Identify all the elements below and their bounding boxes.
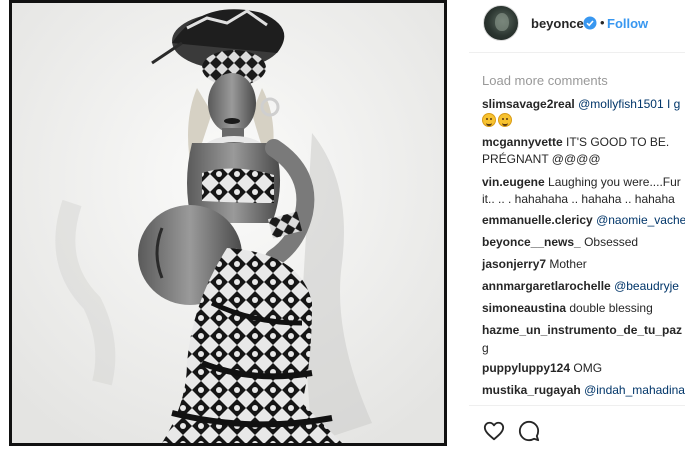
comment-text: g <box>482 341 489 355</box>
post-image-illustration <box>12 3 444 443</box>
grinning-face-icon <box>482 113 496 127</box>
comment-username[interactable]: hazme_un_instrumento_de_tu_paz <box>482 323 682 337</box>
comment-username[interactable]: puppyluppy124 <box>482 361 570 375</box>
post-header: beyonce • Follow <box>469 0 685 53</box>
comment-text-continuation: g <box>482 340 489 357</box>
comment-item: annmargaretlarochelle @beaudryje <box>482 278 679 295</box>
verified-badge-icon <box>583 16 597 30</box>
comment-username[interactable]: mustika_rugayah <box>482 383 581 397</box>
comment-item: vin.eugene Laughing you were....Fur it..… <box>482 174 685 208</box>
separator-dot: • <box>600 15 605 30</box>
comment-username[interactable]: slimsavage2real <box>482 97 575 111</box>
comment-text: double blessing <box>569 301 653 315</box>
comment-username[interactable]: vin.eugene <box>482 175 545 189</box>
comment-username[interactable]: beyonce__news_ <box>482 235 581 249</box>
avatar[interactable] <box>483 5 519 41</box>
emoji-row <box>482 113 512 127</box>
comment-text[interactable]: @beaudryje <box>614 279 679 293</box>
comment-text[interactable]: @mollyfish1501 I g <box>578 97 680 111</box>
comment-username[interactable]: simoneaustina <box>482 301 566 315</box>
comment-item: hazme_un_instrumento_de_tu_paz <box>482 322 682 339</box>
username-link[interactable]: beyonce <box>531 16 584 31</box>
comment-text[interactable]: @indah_mahadina <box>584 383 685 397</box>
comment-username[interactable]: emmanuelle.clericy <box>482 213 593 227</box>
comment-item: jasonjerry7 Mother <box>482 256 587 273</box>
post-sidebar: beyonce • Follow Load more comments slim… <box>469 0 685 450</box>
comment-text: Obsessed <box>584 235 639 249</box>
comment-item: simoneaustina double blessing <box>482 300 653 317</box>
comment-item: slimsavage2real @mollyfish1501 I g <box>482 96 680 113</box>
follow-button[interactable]: Follow <box>607 16 648 31</box>
comment-text: Mother <box>549 257 587 271</box>
post-image[interactable] <box>12 3 444 443</box>
comment-item: beyonce__news_ Obsessed <box>482 234 638 251</box>
comment-text[interactable]: @naomie_vache <box>596 213 685 227</box>
comment-item: mcgannyvette IT'S GOOD TO BE. PRÉGNANT @… <box>482 134 685 168</box>
post-image-frame <box>9 0 447 446</box>
post-actions-bar <box>469 405 685 450</box>
comment-icon[interactable] <box>518 420 540 442</box>
grinning-face-icon <box>498 113 512 127</box>
comment-text: OMG <box>573 361 603 375</box>
comment-item: mustika_rugayah @indah_mahadina <box>482 382 685 399</box>
comment-item: puppyluppy124 OMG <box>482 360 602 377</box>
comment-username[interactable]: jasonjerry7 <box>482 257 546 271</box>
comment-item: emmanuelle.clericy @naomie_vache <box>482 212 685 229</box>
heart-icon[interactable] <box>483 420 505 442</box>
comment-username[interactable]: annmargaretlarochelle <box>482 279 611 293</box>
load-more-comments-link[interactable]: Load more comments <box>482 73 608 88</box>
comment-username[interactable]: mcgannyvette <box>482 135 563 149</box>
